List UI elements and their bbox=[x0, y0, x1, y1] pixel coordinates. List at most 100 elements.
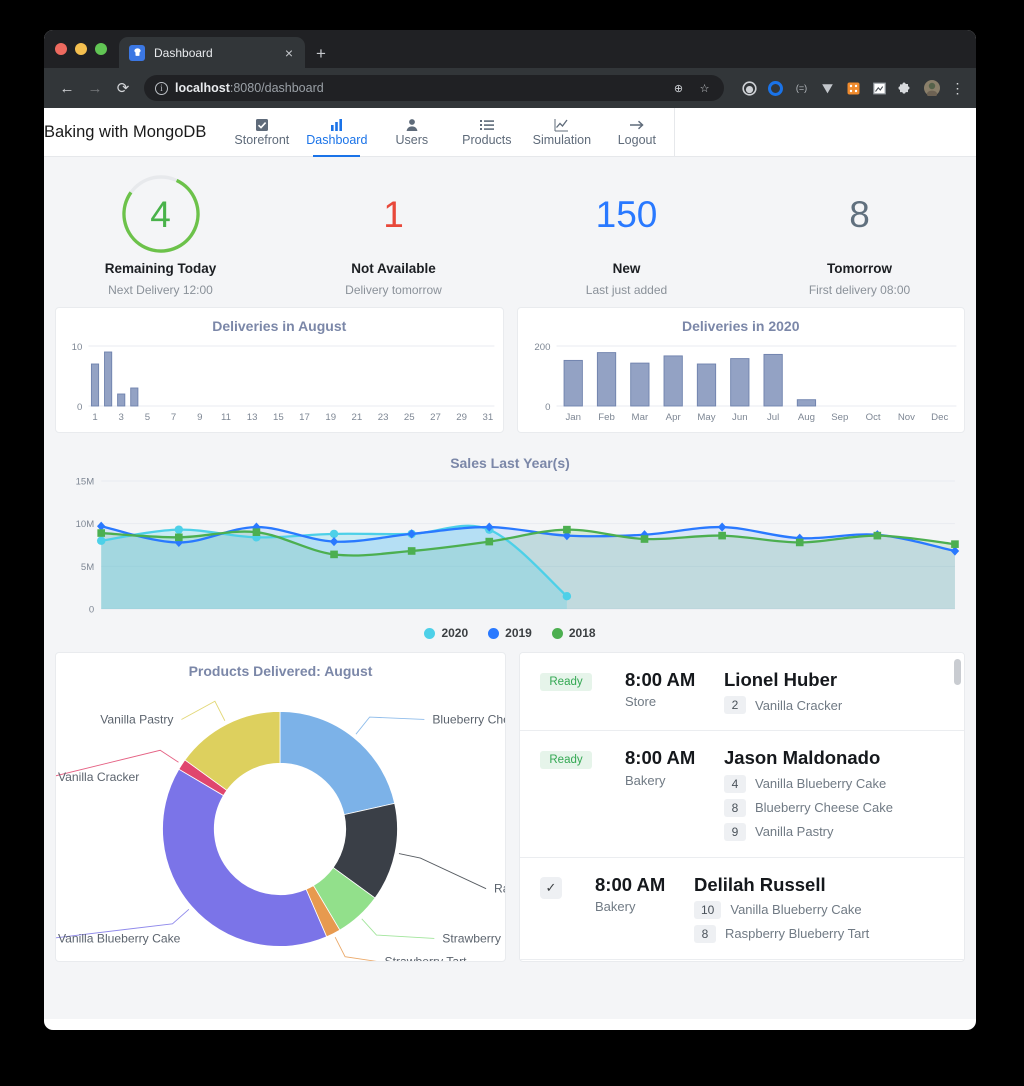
svg-text:17: 17 bbox=[299, 412, 310, 423]
nav-item-products[interactable]: Products bbox=[449, 108, 524, 157]
svg-text:May: May bbox=[697, 412, 715, 423]
legend-item-2018[interactable]: 2018 bbox=[551, 626, 596, 640]
url-path: :8080/dashboard bbox=[229, 81, 324, 95]
reload-icon[interactable]: ⟳ bbox=[110, 75, 136, 101]
nav-item-simulation[interactable]: Simulation bbox=[524, 108, 599, 157]
customer-name: Lionel Huber bbox=[724, 669, 838, 690]
item-name: Vanilla Blueberry Cake bbox=[755, 776, 887, 792]
maximize-window-button[interactable] bbox=[95, 43, 107, 55]
svg-text:0: 0 bbox=[77, 402, 82, 413]
item-name: Raspberry Blueberry Tart bbox=[725, 926, 870, 942]
svg-text:Aug: Aug bbox=[797, 412, 814, 423]
svg-text:23: 23 bbox=[378, 412, 389, 423]
svg-text:9: 9 bbox=[197, 412, 202, 423]
delivery-row[interactable]: Ready 8:00 AM Store Lionel Huber 2 Vanilla Cr… bbox=[520, 653, 964, 732]
delivery-row[interactable]: Ready 8:00 AM Bakery Jason Maldonado 4 Vanill… bbox=[520, 731, 964, 858]
extension-icon-6[interactable] bbox=[871, 80, 888, 97]
back-icon[interactable]: ← bbox=[54, 75, 80, 101]
close-window-button[interactable] bbox=[55, 43, 67, 55]
extension-icon-1[interactable] bbox=[741, 80, 758, 97]
nav-label-storefront: Storefront bbox=[234, 133, 290, 147]
extension-icon-3[interactable]: (=) bbox=[793, 80, 810, 97]
nav-item-logout[interactable]: Logout bbox=[599, 108, 674, 157]
extension-icon-2[interactable] bbox=[767, 80, 784, 97]
kpi-subtitle: Next Delivery 12:00 bbox=[108, 283, 213, 297]
kpi-title: Remaining Today bbox=[104, 261, 217, 276]
svg-text:Jul: Jul bbox=[766, 412, 778, 423]
nav-item-users[interactable]: Users bbox=[374, 108, 449, 157]
legend-item-2020[interactable]: 2020 bbox=[424, 626, 468, 640]
item-quantity: 2 bbox=[724, 696, 746, 715]
svg-text:5: 5 bbox=[145, 412, 150, 423]
browser-tab-title: Dashboard bbox=[154, 45, 213, 60]
browser-menu-icon[interactable]: ⋮ bbox=[949, 80, 966, 97]
deliveries-list-scroll[interactable]: Ready 8:00 AM Store Lionel Huber 2 Vanilla Cr… bbox=[520, 653, 964, 961]
zoom-icon[interactable]: ⊕ bbox=[670, 80, 687, 97]
svg-text:11: 11 bbox=[221, 412, 231, 423]
svg-text:21: 21 bbox=[352, 412, 363, 423]
window-controls bbox=[55, 30, 119, 68]
status-badge: Ready bbox=[540, 673, 592, 691]
svg-text:3: 3 bbox=[119, 412, 124, 423]
checkbox-icon bbox=[255, 117, 269, 132]
item-quantity: 8 bbox=[724, 798, 746, 817]
donut-slice-label: Vanilla Pastry bbox=[100, 712, 174, 726]
kpi-value: 8 bbox=[849, 193, 870, 235]
extensions-area: (=) ⋮ bbox=[732, 80, 966, 97]
minimize-window-button[interactable] bbox=[75, 43, 87, 55]
delivery-checkbox[interactable]: ✓ bbox=[540, 876, 562, 899]
app-navbar: Baking with MongoDB Storefront Dashboard… bbox=[44, 107, 976, 157]
item-name: Vanilla Blueberry Cake bbox=[730, 902, 862, 918]
svg-text:Mar: Mar bbox=[631, 412, 648, 423]
nav-item-storefront[interactable]: Storefront bbox=[224, 108, 299, 157]
card-deliveries-in-2020: Deliveries in 2020 0 200 Jan Feb Mar Apr May Ju… bbox=[516, 307, 965, 433]
legend-label: 2019 bbox=[505, 626, 532, 640]
kpi-value: 1 bbox=[383, 193, 404, 235]
browser-tab[interactable]: Dashboard × bbox=[119, 37, 305, 68]
site-favicon-icon bbox=[129, 44, 145, 61]
item-quantity: 10 bbox=[694, 900, 722, 919]
extension-icon-5[interactable] bbox=[845, 80, 862, 97]
bookmark-star-icon[interactable]: ☆ bbox=[696, 80, 713, 97]
delivery-location: Bakery bbox=[625, 772, 666, 788]
kpi-tomorrow: 8 Tomorrow First delivery 08:00 bbox=[743, 171, 976, 307]
chart-title: Deliveries in August bbox=[212, 318, 347, 334]
donut-slice[interactable] bbox=[279, 711, 396, 816]
address-bar[interactable]: i localhost:8080/dashboard ⊕ ☆ bbox=[144, 75, 724, 101]
item-quantity: 9 bbox=[724, 822, 746, 841]
page-title: Baking with MongoDB bbox=[44, 122, 207, 141]
legend-label: 2020 bbox=[441, 626, 469, 640]
delivery-details: Delilah Russell 10 Vanilla Blueberry Cake 8… bbox=[694, 874, 950, 943]
card-products-delivered: Products Delivered: August Blueberry Che… bbox=[55, 652, 506, 962]
svg-text:25: 25 bbox=[404, 412, 415, 423]
puzzle-extension-icon[interactable] bbox=[897, 80, 914, 97]
status-badge: Ready bbox=[540, 751, 592, 770]
nav-label-logout: Logout bbox=[617, 133, 656, 147]
scrollbar-thumb[interactable] bbox=[954, 659, 961, 685]
kpi-subtitle: Delivery tomorrow bbox=[345, 283, 442, 297]
nav-item-dashboard[interactable]: Dashboard bbox=[299, 108, 374, 157]
avatar[interactable] bbox=[923, 80, 940, 97]
deliveries-list: Ready 8:00 AM Store Lionel Huber 2 Vanilla Cr… bbox=[519, 652, 965, 962]
donut-slice[interactable] bbox=[162, 768, 328, 947]
arrow-right-icon bbox=[629, 117, 645, 132]
sales-line-chart: 0 5M 10M 15M bbox=[76, 477, 960, 615]
donut-slice-label: Blueberry Cheese Cake bbox=[432, 712, 505, 726]
donut-slice-label: Strawberry Bun bbox=[442, 931, 505, 945]
legend-item-2019[interactable]: 2019 bbox=[488, 626, 532, 640]
svg-text:200: 200 bbox=[534, 342, 550, 353]
site-info-icon[interactable]: i bbox=[155, 81, 168, 95]
svg-text:Jan: Jan bbox=[565, 412, 581, 423]
svg-text:27: 27 bbox=[430, 412, 441, 423]
delivery-row[interactable]: ✓ 8:00 AM Bakery Delilah Russell 10 Vanilla B… bbox=[520, 857, 964, 960]
donut-slice-label: Raspberry Blueberry Tart bbox=[494, 882, 505, 896]
svg-text:31: 31 bbox=[482, 412, 493, 423]
customer-name: Jason Maldonado bbox=[724, 747, 881, 769]
close-icon[interactable]: × bbox=[283, 46, 295, 60]
new-tab-button[interactable]: + bbox=[316, 45, 326, 62]
item-name: Vanilla Cracker bbox=[755, 697, 843, 713]
order-item: 8 Blueberry Cheese Cake bbox=[724, 798, 950, 817]
donut-slice-label: Vanilla Cracker bbox=[58, 770, 139, 784]
extension-icon-4[interactable] bbox=[819, 80, 836, 97]
forward-icon[interactable]: → bbox=[82, 75, 108, 101]
